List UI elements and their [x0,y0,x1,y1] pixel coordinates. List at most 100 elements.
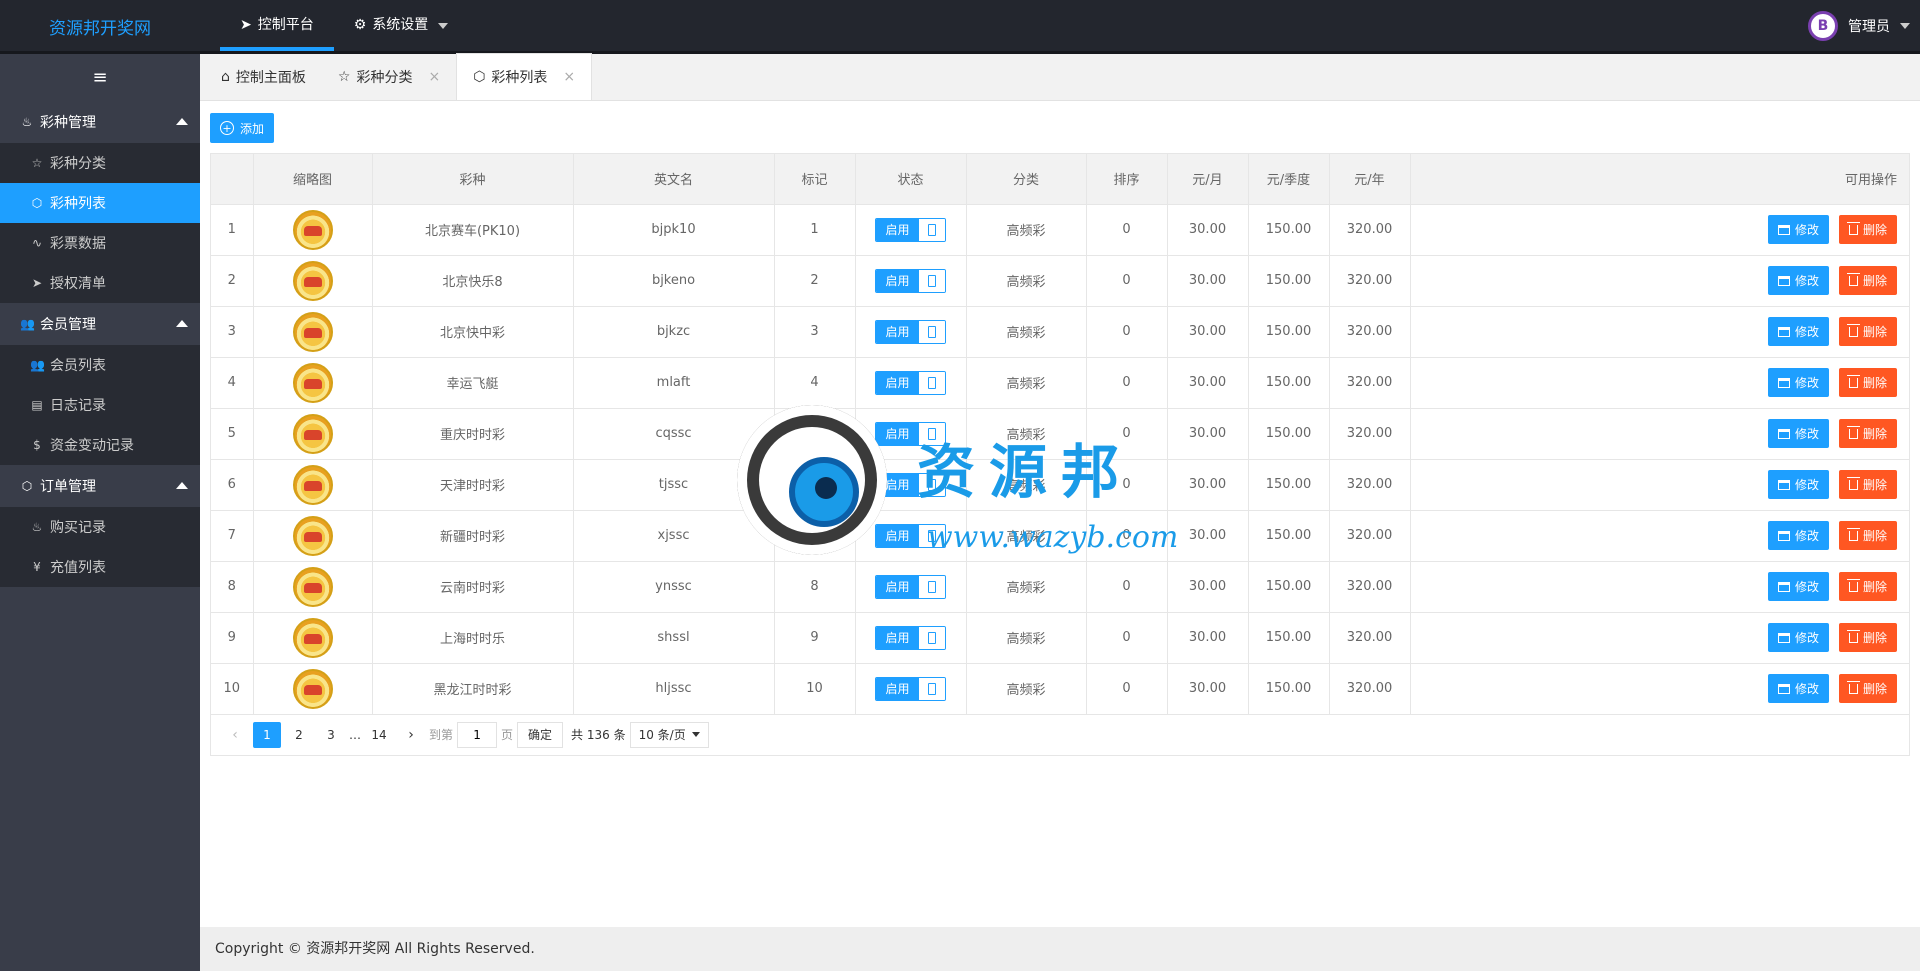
sidebar-group-orders[interactable]: ⬡ 订单管理 [0,465,200,507]
chevron-down-icon [438,22,449,29]
delete-button[interactable]: 删除 [1838,623,1897,652]
goto-page-input[interactable] [457,721,498,748]
brand-logo[interactable]: 资源邦开奖网 [0,0,200,54]
chevron-down-icon [1900,22,1910,29]
sidebar-submenu: ☆ 彩种分类 ⬡ 彩种列表 ∿ 彩票数据 ➤ 授权清单 [0,143,200,303]
price-month: 30.00 [1167,357,1249,409]
delete-button[interactable]: 删除 [1838,368,1897,397]
user-menu[interactable]: B 管理员 [1808,0,1910,51]
edit-label: 修改 [1794,529,1819,543]
page-size-select[interactable]: 10 条/页 [629,721,709,748]
table-row: 4 幸运飞艇 mlaft 4 启用 高频彩 0 30.00 150.00 320.00 修改 删除 [211,357,1909,409]
status-toggle[interactable]: 启用 [875,370,946,395]
delete-button[interactable]: 删除 [1838,470,1897,499]
status-label: 启用 [876,524,919,547]
delete-button[interactable]: 删除 [1838,674,1897,703]
lottery-thumbnail [292,566,333,607]
price-quarter: 150.00 [1248,510,1330,562]
sidebar-item-lottery-category[interactable]: ☆ 彩种分类 [0,143,200,183]
page-2[interactable]: 2 [285,722,313,748]
edit-button[interactable]: 修改 [1767,419,1829,448]
menu-toggle-icon[interactable]: ≡ [0,54,200,101]
status-toggle[interactable]: 启用 [875,574,946,599]
tab-lottery-list[interactable]: ⬡ 彩种列表 × [456,53,593,100]
delete-button[interactable]: 删除 [1838,419,1897,448]
sidebar-item-recharge-list[interactable]: ¥ 充值列表 [0,547,200,587]
sidebar-item-member-list[interactable]: 👥 会员列表 [0,345,200,385]
edit-label: 修改 [1794,274,1819,288]
edit-icon [1777,326,1790,337]
sidebar-item-lottery-data[interactable]: ∿ 彩票数据 [0,223,200,263]
status-toggle[interactable]: 启用 [875,472,946,497]
sidebar-item-license-list[interactable]: ➤ 授权清单 [0,263,200,303]
thumbnail-cell [253,510,373,562]
page-last[interactable]: 14 [365,722,393,748]
close-icon[interactable]: × [428,69,440,85]
page-3[interactable]: 3 [317,722,345,748]
close-icon[interactable]: × [563,69,575,85]
status-label: 启用 [876,218,919,241]
sidebar-item-purchase-records[interactable]: ♨ 购买记录 [0,507,200,547]
user-name[interactable]: 管理员 [1848,16,1890,36]
lottery-name: 幸运飞艇 [372,357,574,409]
topnav-system-settings[interactable]: ⚙ 系统设置 [334,0,469,51]
edit-button[interactable]: 修改 [1767,266,1829,295]
page-1[interactable]: 1 [253,721,281,748]
delete-button[interactable]: 删除 [1838,317,1897,346]
column-header: 标记 [774,154,856,205]
edit-label: 修改 [1794,376,1819,390]
tab-dashboard[interactable]: ⌂ 控制主面板 [205,54,322,100]
edit-button[interactable]: 修改 [1767,470,1829,499]
avatar[interactable]: B [1808,10,1838,41]
delete-button[interactable]: 删除 [1838,266,1897,295]
category: 高频彩 [966,663,1087,715]
delete-button[interactable]: 删除 [1838,572,1897,601]
sidebar: ≡ ♨ 彩种管理 ☆ 彩种分类 ⬡ 彩种列表 ∿ 彩票数据 ➤ 授权清单 👥 会… [0,54,200,971]
edit-button[interactable]: 修改 [1767,623,1829,652]
status-toggle[interactable]: 启用 [875,319,946,344]
edit-button[interactable]: 修改 [1767,521,1829,550]
trash-icon [1846,629,1860,643]
edit-button[interactable]: 修改 [1767,368,1829,397]
edit-button[interactable]: 修改 [1767,215,1829,244]
status-toggle[interactable]: 启用 [875,676,946,701]
dollar-icon: $ [33,438,41,452]
category: 高频彩 [966,306,1087,358]
sidebar-item-lottery-list[interactable]: ⬡ 彩种列表 [0,183,200,223]
status-toggle[interactable]: 启用 [875,523,946,548]
edit-button[interactable]: 修改 [1767,317,1829,346]
sidebar-group-lottery[interactable]: ♨ 彩种管理 [0,101,200,143]
toolbar: + 添加 [210,113,275,143]
delete-button[interactable]: 删除 [1838,215,1897,244]
sidebar-group-label: 订单管理 [40,479,96,495]
delete-button[interactable]: 删除 [1838,521,1897,550]
status-toggle[interactable]: 启用 [875,217,946,242]
status-toggle[interactable]: 启用 [875,421,946,446]
trash-icon [1846,374,1860,388]
chevron-right-icon[interactable]: › [397,722,425,748]
total-count: 共 136 条 [571,728,626,742]
sidebar-group-members[interactable]: 👥 会员管理 [0,303,200,345]
send-icon: ➤ [31,276,43,290]
edit-button[interactable]: 修改 [1767,572,1829,601]
status-toggle[interactable]: 启用 [875,268,946,293]
status-label: 启用 [876,371,919,394]
chevron-left-icon[interactable]: ‹ [221,722,249,748]
edit-icon [1777,377,1790,388]
status-toggle[interactable]: 启用 [875,625,946,650]
tab-lottery-category[interactable]: ☆ 彩种分类 × [322,54,456,100]
chevron-up-icon [176,118,188,125]
column-header: 彩种 [372,154,574,205]
sort-order: 0 [1086,204,1168,256]
topnav-control-platform[interactable]: ➤ 控制平台 [220,0,334,51]
lottery-thumbnail [292,413,333,454]
edit-button[interactable]: 修改 [1767,674,1829,703]
sidebar-item-fund-changes[interactable]: $ 资金变动记录 [0,425,200,465]
goto-confirm-button[interactable]: 确定 [517,721,564,748]
sort-order: 0 [1086,357,1168,409]
add-button[interactable]: + 添加 [210,113,275,143]
star-icon: ☆ [31,156,43,170]
topnav-label: 控制平台 [257,17,314,33]
edit-icon [1777,581,1790,592]
sidebar-item-logs[interactable]: ▤ 日志记录 [0,385,200,425]
